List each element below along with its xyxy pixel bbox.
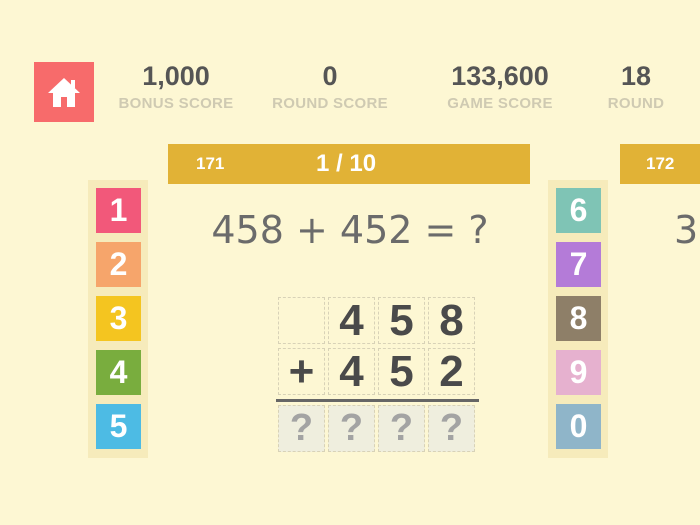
game-score-value: 133,600 [451,61,549,91]
home-button[interactable] [34,62,94,122]
next-problem-bar: 172 [620,144,700,184]
grid-cell: 5 [378,347,425,396]
grid-cell: 4 [328,296,375,345]
round-label: ROUND [607,95,665,112]
equation-text: 458 + 452 = ? [211,208,489,252]
answer-cell[interactable]: ? [428,405,475,452]
sum-divider [276,399,479,402]
bonus-score-label: BONUS SCORE [118,95,234,112]
next-problem-number: 172 [646,154,675,173]
grid-cell: 8 [428,296,475,345]
round-value: 18 [620,61,652,91]
grid-cell: 5 [378,296,425,345]
problem-progress: 1 / 10 [316,150,377,177]
key-6[interactable]: 6 [556,188,601,233]
game-score: 133,600 GAME SCORE [430,58,570,114]
key-1[interactable]: 1 [96,188,141,233]
problem-bar: 171 1 / 10 [168,144,530,184]
round: 18 ROUND [596,58,676,114]
keypad-right: 6 7 8 9 0 [548,180,608,458]
game-score-label: GAME SCORE [447,95,553,112]
round-score: 0 ROUND SCORE [262,58,398,114]
grid-cell: 2 [428,347,475,396]
grid-cell-operator: + [278,347,325,396]
key-0[interactable]: 0 [556,404,601,449]
key-5[interactable]: 5 [96,404,141,449]
keypad-left: 1 2 3 4 5 [88,180,148,458]
answer-cell[interactable]: ? [278,405,325,452]
grid-cell [278,297,325,344]
key-2[interactable]: 2 [96,242,141,287]
bonus-score-value: 1,000 [142,61,210,91]
answer-cell[interactable]: ? [328,405,375,452]
problem-number: 171 [196,154,225,173]
key-4[interactable]: 4 [96,350,141,395]
round-score-value: 0 [322,61,338,91]
key-8[interactable]: 8 [556,296,601,341]
key-7[interactable]: 7 [556,242,601,287]
home-icon [48,78,80,107]
answer-cell[interactable]: ? [378,405,425,452]
bonus-score: 1,000 BONUS SCORE [106,58,246,114]
key-3[interactable]: 3 [96,296,141,341]
round-score-label: ROUND SCORE [272,95,388,112]
key-9[interactable]: 9 [556,350,601,395]
grid-cell: 4 [328,347,375,396]
next-equation-peek: 3 [674,208,699,252]
